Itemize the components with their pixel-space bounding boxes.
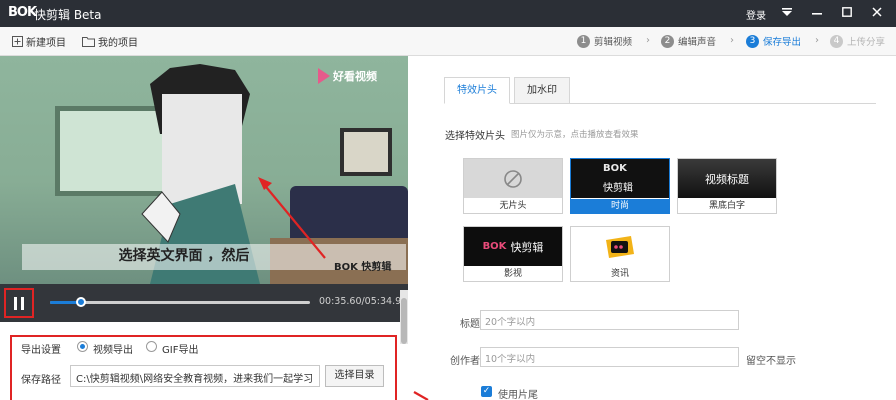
pause-icon [14,297,24,310]
new-project-label: 新建项目 [26,38,66,49]
step-label: 剪辑视频 [594,37,633,48]
scrollbar-thumb[interactable] [401,298,407,344]
intro-card-none[interactable]: 无片头 [463,158,563,214]
step-edit-audio[interactable]: 2 编辑声音 [661,34,716,48]
choose-directory-button[interactable]: 选择目录 [325,365,384,387]
intro-thumb-text: 快剪辑 [510,240,544,254]
video-export-radio[interactable] [77,341,88,352]
folder-icon [82,37,95,47]
preview-panel: 好看视频 选择英文界面 ，然后 BOK 快剪辑 00:35.60/05:34.9… [0,56,408,400]
tab-bar: 特效片头 加水印 [444,77,876,104]
play-logo-icon [318,68,330,84]
gif-export-label[interactable]: GIF导出 [162,341,198,356]
video-source-logo: 好看视频 [318,68,377,84]
intro-settings-panel: 特效片头 加水印 选择特效片头 图片仅为示意，点击播放查看效果 无片头 BOK … [408,56,896,400]
intro-card-thumb: BOK 快剪辑 [464,227,562,266]
intro-card-thumb [464,159,562,198]
save-path-label: 保存路径 [21,375,61,386]
section-hint: 图片仅为示意，点击播放查看效果 [511,130,639,140]
video-preview[interactable]: 好看视频 选择英文界面 ，然后 BOK 快剪辑 [0,56,408,284]
intro-card-fashion[interactable]: BOK 快剪辑 时尚 [570,158,670,214]
step-save-export[interactable]: 3 保存导出 [746,34,801,48]
chevron-right-icon: › [815,35,819,46]
intro-card-news[interactable]: 资讯 [570,226,670,282]
app-title: 快剪辑 Beta [34,8,102,22]
new-project-button[interactable]: 新建项目 [12,34,66,49]
login-link[interactable]: 登录 [746,7,766,22]
intro-thumb-text: 视频标题 [705,172,749,186]
maximize-icon[interactable] [836,4,858,22]
author-input[interactable]: 10个字以内 [480,347,739,367]
title-bar: BOK 快剪辑 Beta 登录 [0,0,896,27]
step-number: 1 [577,34,590,48]
intro-thumb-text: 快剪辑 [603,183,633,194]
step-number: 3 [746,34,759,48]
step-label: 编辑声音 [678,37,717,48]
intro-card-label: 黑底白字 [708,201,745,211]
step-label: 上传分享 [847,37,886,48]
export-scrollbar[interactable] [400,290,408,344]
step-number: 2 [661,34,674,48]
author-label: 创作者 [450,356,480,367]
tab-watermark[interactable]: 加水印 [514,77,570,104]
save-path-input[interactable]: C:\快剪辑视频\网络安全教育视频，进来我们一起学习 [70,365,320,387]
gif-export-radio[interactable] [146,341,157,352]
my-projects-button[interactable]: 我的项目 [82,34,138,49]
step-number: 4 [830,34,843,48]
intro-card-thumb: 视频标题 [678,159,776,198]
video-source-label: 好看视频 [333,70,377,83]
intro-card-label: 时尚 [571,199,669,213]
step-upload-share[interactable]: 4 上传分享 [830,34,885,48]
playback-progress-bar[interactable] [50,297,310,307]
no-entry-icon [504,169,522,188]
pause-button[interactable] [4,288,34,318]
intro-card-label: 资讯 [610,269,629,279]
export-settings [0,322,408,400]
intro-card-label: 无片头 [499,201,527,211]
playback-scrubber-handle[interactable] [76,297,87,307]
news-intro-graphic-icon [606,235,634,258]
export-settings-label: 导出设置 [21,345,61,356]
intro-thumb-logo: BOK [603,163,627,174]
player-controls: 00:35.60/05:34.96 [0,284,408,322]
intro-card-thumb: BOK 快剪辑 [571,159,669,198]
use-ending-label[interactable]: 使用片尾 [498,386,538,400]
intro-card-black-white[interactable]: 视频标题 黑底白字 [677,158,777,214]
minimize-icon[interactable] [806,4,828,22]
section-title: 选择特效片头 [445,131,505,142]
title-input[interactable]: 20个字以内 [480,310,739,330]
title-label: 标题 [460,319,480,330]
intro-card-thumb [571,227,669,266]
chevron-right-icon: › [646,35,650,46]
toolbar: 新建项目 我的项目 1 剪辑视频 › 2 编辑声音 › 3 保存导出 › 4 上… [0,27,896,56]
video-scene-picture [340,128,392,176]
tab-intro-effects[interactable]: 特效片头 [444,77,510,104]
intro-card-film[interactable]: BOK 快剪辑 影视 [463,226,563,282]
author-hint: 留空不显示 [746,356,796,367]
app-logo: BOK [8,5,37,20]
step-label: 保存导出 [763,37,802,48]
plus-box-icon [12,36,23,47]
chevron-right-icon: › [730,35,734,46]
my-projects-label: 我的项目 [98,38,138,49]
use-ending-checkbox[interactable]: ✓ [481,386,492,397]
menu-dropdown-icon[interactable] [776,4,798,22]
intro-card-label: 影视 [503,269,522,279]
step-edit-video[interactable]: 1 剪辑视频 [577,34,632,48]
close-icon[interactable] [866,4,888,22]
intro-thumb-logo: BOK [482,241,507,252]
playback-time: 00:35.60/05:34.96 [319,296,408,307]
video-watermark: BOK 快剪辑 [334,262,392,273]
video-export-label[interactable]: 视频导出 [93,341,133,356]
